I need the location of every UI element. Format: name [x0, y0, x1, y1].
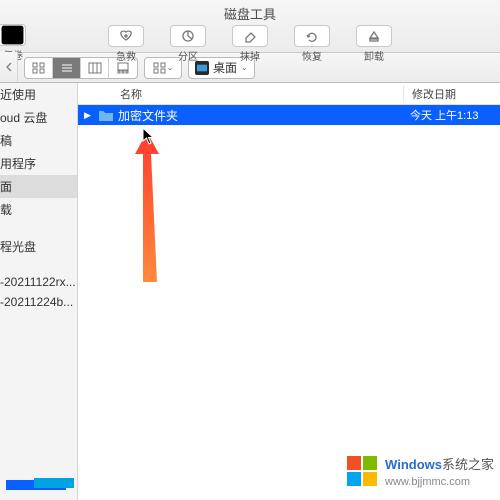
watermark-text: Windows系统之家 www.bjjmmc.com [385, 454, 494, 488]
disclosure-triangle-icon[interactable]: ▶ [84, 110, 94, 121]
erase-button[interactable] [232, 25, 268, 47]
column-headers[interactable]: 名称 修改日期 [78, 83, 500, 105]
table-row[interactable]: ▶ 加密文件夹 今天 上午1:13 [78, 105, 500, 125]
partition-button[interactable] [170, 25, 206, 47]
nav-back-button[interactable] [0, 52, 18, 82]
sidebar-item[interactable]: 程光盘 [0, 235, 77, 258]
sidebar-item[interactable]: -20211122rx... [0, 272, 77, 292]
window-title: 磁盘工具 [0, 0, 500, 23]
sidebar-toggle-button[interactable] [0, 24, 26, 46]
sidebar-item[interactable]: 用程序 [0, 152, 77, 175]
folder-icon [98, 109, 114, 122]
erase-label: 抹掉 [240, 48, 260, 63]
watermark: Windows系统之家 www.bjjmmc.com [345, 454, 494, 488]
mouse-cursor-icon [142, 127, 156, 150]
unmount-button[interactable] [356, 25, 392, 47]
restore-label: 恢复 [302, 48, 322, 63]
column-name[interactable]: 名称 [78, 86, 404, 102]
toolbar: 急救 分区 抹掉 恢复 卸载 [0, 25, 500, 63]
column-date[interactable]: 修改日期 [404, 86, 500, 102]
first-aid-button[interactable] [108, 25, 144, 47]
sidebar-item[interactable]: oud 云盘 [0, 106, 77, 129]
sidebar-item[interactable]: -20211224b... [0, 292, 77, 312]
chevron-down-icon: ⌄ [241, 63, 248, 72]
sidebar-item[interactable]: 稿 [0, 129, 77, 152]
sidebar-item[interactable]: 近使用 [0, 83, 77, 106]
unmount-label: 卸载 [364, 48, 384, 63]
sidebar-item-selected[interactable]: 面 [0, 175, 77, 198]
titlebar: 磁盘工具 仅卷 急救 分区 抹掉 恢复 卸载 [0, 0, 500, 53]
partition-label: 分区 [178, 48, 198, 63]
content: 近使用 oud 云盘 稿 用程序 面 载 程光盘 -20211122rx... … [0, 83, 500, 500]
restore-button[interactable] [294, 25, 330, 47]
file-name: 加密文件夹 [118, 107, 404, 124]
windows-logo-icon [345, 454, 379, 488]
sidebar-item[interactable]: 载 [0, 198, 77, 221]
first-aid-label: 急救 [116, 48, 136, 63]
file-date: 今天 上午1:13 [404, 107, 500, 123]
sidebar[interactable]: 近使用 oud 云盘 稿 用程序 面 载 程光盘 -20211122rx... … [0, 83, 78, 500]
attribution-bars [6, 478, 74, 492]
